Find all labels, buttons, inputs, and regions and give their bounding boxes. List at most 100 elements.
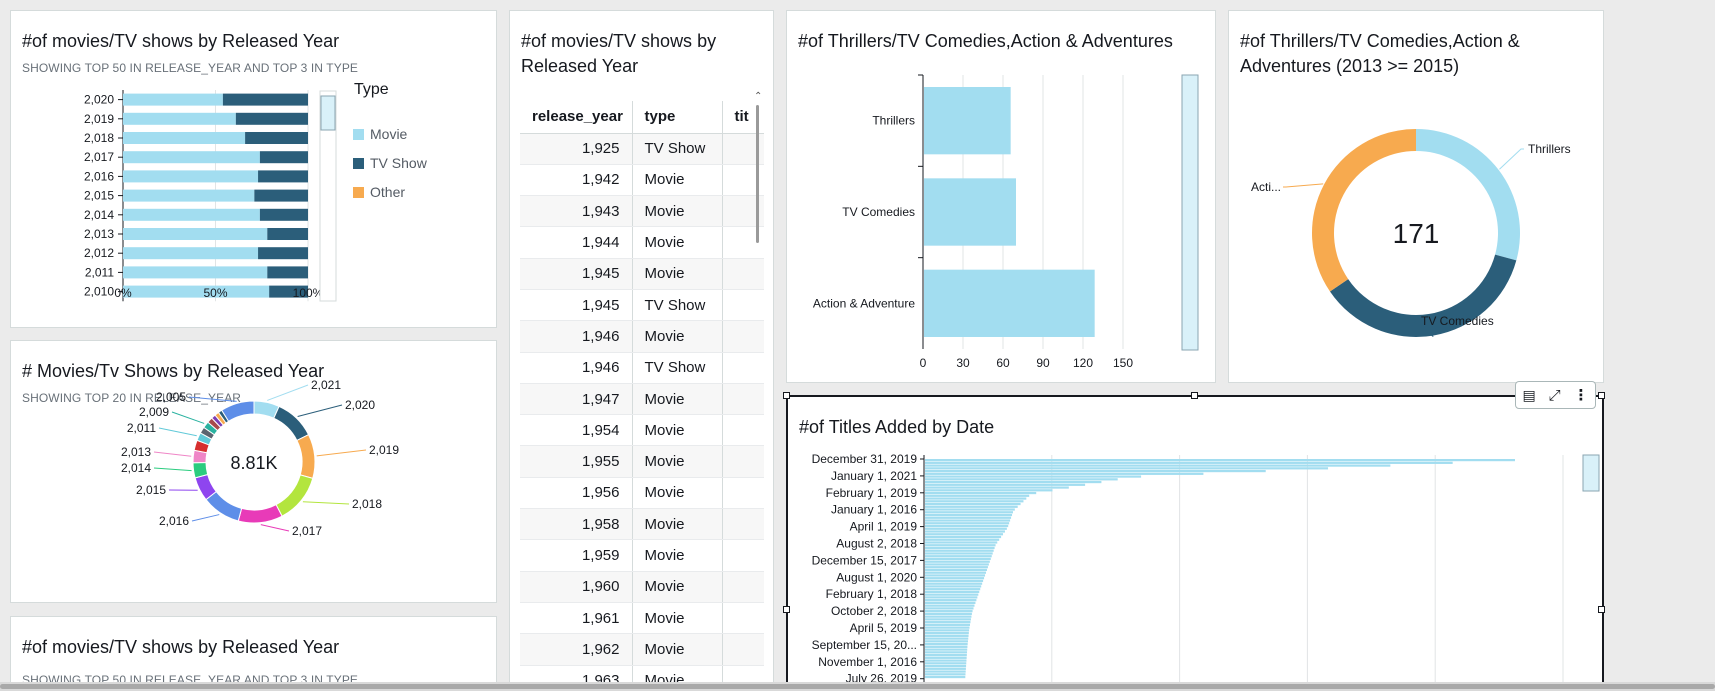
cell-release-year: 1,958: [520, 508, 633, 541]
bar: [925, 549, 994, 552]
table-header-row: release_year type tit: [520, 101, 764, 134]
table-scrollbar[interactable]: [756, 105, 759, 243]
cell-type: Movie: [632, 226, 723, 259]
y-tick-label: 2,016: [84, 169, 114, 183]
table-scroll-up-icon[interactable]: ⌃: [754, 91, 762, 102]
table-row[interactable]: 1,960 Movie: [520, 571, 764, 603]
table-row[interactable]: 1,925 TV Show: [520, 133, 764, 165]
stacked-bar-chart[interactable]: 2,020 2,019 2,018 2,017 2,016 2,015 2,014 2,013…: [11, 11, 497, 328]
table-row[interactable]: 1,954 Movie: [520, 414, 764, 447]
x-tick-label: 90: [1036, 356, 1050, 370]
bar-segment-tv-show: [267, 266, 308, 279]
donut-slice-label: Thrillers: [1528, 142, 1571, 156]
cell-type: Movie: [632, 383, 723, 416]
table-row[interactable]: 1,959 Movie: [520, 539, 764, 572]
table-row[interactable]: 1,945 TV Show: [520, 289, 764, 322]
bar: [925, 593, 979, 596]
panel-released-year-table[interactable]: #of movies/TV shows by Released Year rel…: [509, 10, 774, 691]
bar: [925, 522, 1010, 525]
table-row[interactable]: 1,962 Movie: [520, 633, 764, 666]
table-row[interactable]: 1,947 Movie: [520, 383, 764, 416]
bar: [924, 269, 1095, 337]
y-tick-label: 2,020: [84, 93, 114, 107]
donut-slice-label: 2,021: [311, 378, 341, 392]
y-tick-label: December 15, 2017: [812, 553, 918, 567]
bar: [925, 653, 967, 657]
table-row[interactable]: 1,942 Movie: [520, 164, 764, 197]
bar: [925, 491, 1037, 495]
bar: [925, 588, 981, 591]
bar-chart-icon[interactable]: ▤: [1522, 387, 1535, 404]
x-tick-label: 0: [920, 356, 927, 370]
panel-title-line1: #of movies/TV shows by: [521, 31, 717, 51]
legend-swatch: [353, 129, 364, 140]
panel-genres-donut[interactable]: #of Thrillers/TV Comedies,Action & Adven…: [1228, 10, 1604, 383]
y-tick-label: 2,010: [84, 285, 114, 299]
donut-slice-label: 2,005: [156, 390, 186, 404]
bar: [925, 538, 1000, 541]
x-tick-label: 0%: [114, 286, 132, 300]
bar: [925, 577, 985, 580]
cell-release-year: 1,960: [520, 571, 633, 603]
table-row[interactable]: 1,946 Movie: [520, 320, 764, 353]
bar: [925, 464, 1391, 467]
bar: [925, 519, 1011, 522]
resize-handle[interactable]: [1598, 606, 1605, 613]
bar: [925, 516, 1012, 519]
bar: [925, 497, 1027, 500]
panel-titles-added[interactable]: #of Titles Added by Date December 31, 20…: [786, 395, 1604, 691]
legend-title: Type: [354, 81, 389, 98]
expand-icon[interactable]: ⤢: [1549, 387, 1561, 404]
table-row[interactable]: 1,958 Movie: [520, 508, 764, 541]
resize-handle[interactable]: [783, 392, 790, 399]
bar: [925, 656, 967, 659]
cell-type: Movie: [632, 445, 723, 478]
panel-released-year-stacked[interactable]: #of movies/TV shows by Released Year SHO…: [10, 10, 497, 328]
cell-release-year: 1,946: [520, 320, 633, 353]
y-tick-label: 2,013: [84, 227, 114, 241]
resize-handle[interactable]: [783, 606, 790, 613]
column-header-type[interactable]: type: [632, 101, 723, 134]
donut-leader-line: [153, 451, 192, 457]
scrollbar-thumb[interactable]: [0, 684, 1715, 689]
table-row[interactable]: 1,955 Movie: [520, 445, 764, 478]
donut-leader-line: [260, 524, 290, 532]
donut-leader-line: [1499, 148, 1524, 170]
bar: [924, 178, 1016, 246]
titles-added-bar-chart[interactable]: December 31, 2019 January 1, 2021 February…: [788, 397, 1604, 691]
donut-slice: [296, 433, 316, 480]
genre-donut-chart[interactable]: Thrillers TV Comedies Acti... 171: [1229, 11, 1604, 383]
more-vertical-icon[interactable]: ⋮: [1574, 386, 1589, 404]
table-row[interactable]: 1,961 Movie: [520, 602, 764, 635]
data-table[interactable]: release_year type tit 1,925 TV Show 1,942 M…: [520, 101, 764, 691]
bar: [925, 511, 1013, 514]
bar: [925, 508, 1015, 511]
table-row[interactable]: 1,946 TV Show: [520, 352, 764, 384]
cell-type: TV Show: [632, 133, 723, 165]
table-row[interactable]: 1,956 Movie: [520, 477, 764, 510]
donut-slice-label: 2,016: [159, 514, 189, 528]
donut-chart[interactable]: 2,021 2,020 2,019 2,018 2,017 2,016 2,015 2,014…: [11, 341, 497, 603]
column-header-release-year[interactable]: release_year: [520, 101, 633, 134]
cell-type: Movie: [632, 258, 723, 290]
bar: [925, 601, 976, 605]
cell-title: [722, 539, 764, 572]
y-tick-label: 2,019: [84, 112, 114, 126]
panel-released-year-stacked-2[interactable]: #of movies/TV shows by Released Year SHO…: [10, 616, 497, 691]
table-row[interactable]: 1,943 Movie: [520, 195, 764, 228]
panel-released-year-donut[interactable]: # Movies/Tv Shows by Released Year SHOWI…: [10, 340, 497, 603]
genre-bar-chart[interactable]: 0 30 60 90 120 150 Thrillers TV Comedies Action …: [787, 11, 1216, 383]
resize-handle[interactable]: [1598, 392, 1605, 399]
dashboard-canvas: #of movies/TV shows by Released Year SHO…: [0, 0, 1715, 691]
donut-slice: [275, 474, 314, 517]
panel-genres-bar[interactable]: #of Thrillers/TV Comedies,Action & Adven…: [786, 10, 1216, 383]
y-tick-label: 2,012: [84, 246, 114, 260]
table-row[interactable]: 1,944 Movie: [520, 226, 764, 259]
table-row[interactable]: 1,945 Movie: [520, 258, 764, 290]
y-tick-label: November 1, 2016: [818, 655, 917, 669]
horizontal-scrollbar[interactable]: [0, 682, 1715, 691]
bar: [925, 527, 1007, 530]
y-tick-label: 2,011: [85, 265, 114, 279]
resize-handle[interactable]: [1191, 392, 1198, 399]
cell-title: [722, 320, 764, 353]
